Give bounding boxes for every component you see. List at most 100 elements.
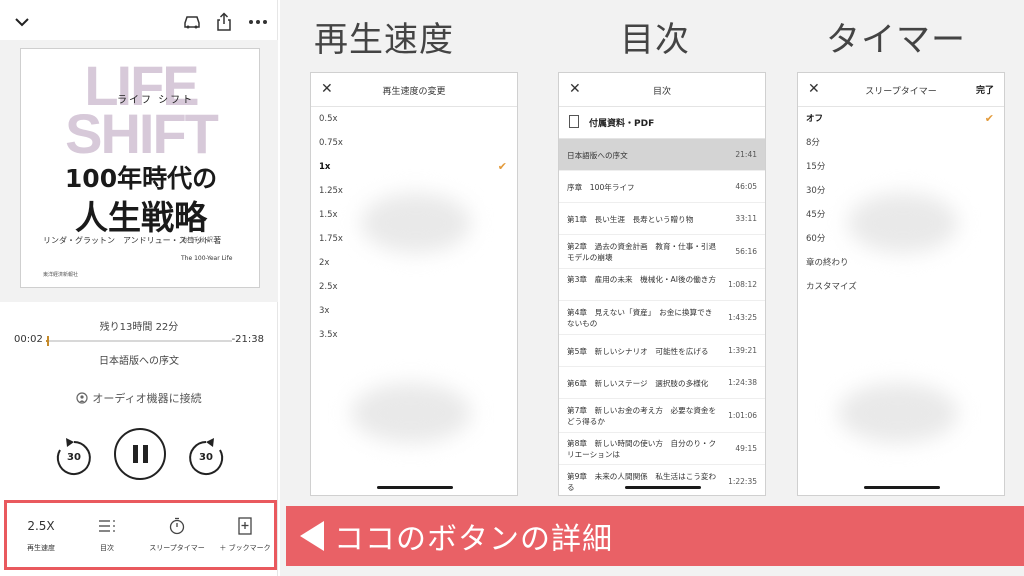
bookmark-add-icon — [211, 515, 279, 537]
home-indicator — [864, 486, 940, 489]
cover-subtitle-1: 100年時代の — [64, 164, 218, 193]
timer-option-label: 章の終わり — [806, 258, 849, 268]
pause-button[interactable] — [114, 428, 166, 480]
speed-option[interactable]: 0.5x — [311, 107, 517, 131]
heading-timer: タイマー — [826, 20, 966, 60]
chapter-duration: 1:01:06 — [728, 411, 757, 420]
timer-option[interactable]: 15分 — [798, 155, 1004, 179]
chapter-item[interactable]: 第6章 新しいステージ 選択肢の多様化 1:24:38 — [559, 367, 765, 399]
timer-option[interactable]: 章の終わり — [798, 251, 1004, 275]
chapter-title: 第5章 新しいシナリオ 可能性を広げる — [567, 346, 709, 356]
progress-knob[interactable] — [47, 336, 49, 346]
timer-option[interactable]: カスタマイズ — [798, 275, 1004, 299]
bookmark-button[interactable]: ＋ ブックマーク — [211, 509, 279, 565]
chapter-item[interactable]: 第9章 未来の人間関係 私生活はこう変わる 1:22:35 — [559, 465, 765, 495]
speed-option-label: 1.75x — [319, 234, 343, 244]
speed-option-label: 2.5x — [319, 282, 338, 292]
playback-controls: 30 30 — [0, 428, 278, 488]
chapter-item[interactable]: 日本語版への序文 21:41 — [559, 139, 765, 171]
chapter-item[interactable]: 第5章 新しいシナリオ 可能性を広げる 1:39:21 — [559, 335, 765, 367]
speed-option-label: 3.5x — [319, 330, 338, 340]
cover-publisher: 東洋経済新報社 — [43, 272, 79, 278]
speed-button[interactable]: 2.5X 再生速度 — [7, 509, 75, 565]
timer-option[interactable]: オフ ✔ — [798, 107, 1004, 131]
pause-bar-left — [132, 445, 138, 463]
heading-speed: 再生速度 — [314, 20, 454, 60]
sleep-timer-button[interactable]: スリープタイマー — [143, 509, 211, 565]
speed-option[interactable]: 1.25x — [311, 179, 517, 203]
skip-back-button[interactable]: 30 — [52, 436, 96, 480]
document-icon — [569, 115, 579, 128]
chapter-title: 第9章 未来の人間関係 私生活はこう変わる — [567, 472, 717, 492]
speed-option-label: 3x — [319, 306, 330, 316]
timer-panel-title: スリープタイマー — [865, 87, 937, 97]
skip-forward-button[interactable]: 30 — [184, 436, 228, 480]
chapter-title: 日本語版への序文 — [567, 150, 628, 160]
chapter-item[interactable]: 第2章 過去の資金計画 教育・仕事・引退モデルの崩壊 56:16 — [559, 235, 765, 269]
speed-option[interactable]: 2x — [311, 251, 517, 275]
timer-option[interactable]: 60分 — [798, 227, 1004, 251]
timer-option-label: 45分 — [806, 210, 826, 220]
home-indicator — [377, 486, 453, 489]
speed-option[interactable]: 1.5x — [311, 203, 517, 227]
cover-ruby: ライフ シフト — [117, 95, 195, 106]
speed-option-label: 2x — [319, 258, 330, 268]
speed-option-label: 1.25x — [319, 186, 343, 196]
toc-panel: ✕ 目次 付属資料・PDF 日本語版への序文 21:41 序章 100年ライフ 46:… — [558, 72, 766, 496]
attachment-pdf-label: 付属資料・PDF — [589, 119, 655, 129]
heading-toc: 目次 — [620, 20, 690, 60]
timer-option[interactable]: 30分 — [798, 179, 1004, 203]
timer-option[interactable]: 8分 — [798, 131, 1004, 155]
timer-option[interactable]: 45分 — [798, 203, 1004, 227]
speed-panel-header: ✕ 再生速度の変更 — [311, 73, 517, 107]
speed-option[interactable]: 3.5x — [311, 323, 517, 347]
attachment-pdf-item[interactable]: 付属資料・PDF — [559, 107, 765, 139]
chapter-title: 第1章 長い生涯 長寿という贈り物 — [567, 214, 694, 224]
progress-track[interactable] — [46, 340, 232, 342]
player-top-bar — [0, 0, 278, 44]
chapter-duration: 1:08:12 — [728, 280, 757, 289]
chevron-down-icon[interactable] — [10, 10, 34, 34]
speed-option[interactable]: 3x — [311, 299, 517, 323]
player-screen: LIFE SHIFT ライフ シフト 100年時代の 人生戦略 リンダ・グラット… — [0, 0, 278, 576]
chapter-item[interactable]: 第4章 見えない「資産」 お金に換算できないもの 1:43:25 — [559, 301, 765, 335]
checkmark-icon: ✔ — [497, 160, 507, 173]
toc-panel-title: 目次 — [652, 87, 671, 97]
callout-text: ココのボタンの詳細 — [334, 522, 613, 557]
more-icon[interactable] — [246, 10, 270, 34]
chapter-title: 第3章 雇用の未来 機械化・AI後の働き方 — [567, 275, 716, 284]
chapter-item[interactable]: 第7章 新しいお金の考え方 必要な資金をどう得るか 1:01:06 — [559, 399, 765, 433]
timer-panel-header: ✕ スリープタイマー 完了 — [798, 73, 1004, 107]
connect-device-button[interactable]: オーディオ機器に接続 — [0, 390, 278, 406]
chapter-title: 第8章 新しい時間の使い方 自分のり・クリエーションは — [567, 439, 717, 459]
speed-label: 再生速度 — [27, 544, 55, 552]
chapter-duration: 1:39:21 — [728, 346, 757, 355]
chapter-title: 序章 100年ライフ — [567, 182, 635, 192]
sleep-timer-label: スリープタイマー — [149, 544, 205, 552]
blurred-controls — [351, 383, 471, 443]
share-icon[interactable] — [212, 10, 236, 34]
done-button[interactable]: 完了 — [976, 83, 994, 96]
speed-option[interactable]: 0.75x — [311, 131, 517, 155]
feature-explanation-area: 再生速度 目次 タイマー ✕ 再生速度の変更 0.5x 0.75x 1x ✔ 1.25x… — [280, 0, 1024, 576]
blurred-controls — [838, 383, 958, 443]
chapter-item[interactable]: 第8章 新しい時間の使い方 自分のり・クリエーションは 49:15 — [559, 433, 765, 465]
timer-panel: ✕ スリープタイマー 完了 オフ ✔ 8分 15分 30分 45分 60分章の終わりカスタマ… — [797, 72, 1005, 496]
speed-option[interactable]: 1.75x — [311, 227, 517, 251]
speed-option[interactable]: 1x ✔ — [311, 155, 517, 179]
speed-option[interactable]: 2.5x — [311, 275, 517, 299]
chapter-item[interactable]: 第1章 長い生涯 長寿という贈り物 33:11 — [559, 203, 765, 235]
toc-button[interactable]: 目次 — [73, 509, 141, 565]
chapter-list: 日本語版への序文 21:41 序章 100年ライフ 46:05 第1章 長い生涯 長寿と… — [559, 139, 765, 495]
remaining-time: 残り13時間 22分 — [99, 322, 179, 333]
chapter-item[interactable]: 第3章 雇用の未来 機械化・AI後の働き方 1:08:12 — [559, 269, 765, 301]
speed-option-label: 1.5x — [319, 210, 338, 220]
home-indicator — [625, 486, 701, 489]
skip-forward-seconds: 30 — [199, 452, 213, 463]
speed-option-label: 0.5x — [319, 114, 338, 124]
chapter-item[interactable]: 序章 100年ライフ 46:05 — [559, 171, 765, 203]
car-icon[interactable] — [180, 10, 204, 34]
cover-area: LIFE SHIFT ライフ シフト 100年時代の 人生戦略 リンダ・グラット… — [0, 40, 278, 302]
chapter-duration: 49:15 — [735, 444, 757, 453]
list-icon — [73, 515, 141, 537]
